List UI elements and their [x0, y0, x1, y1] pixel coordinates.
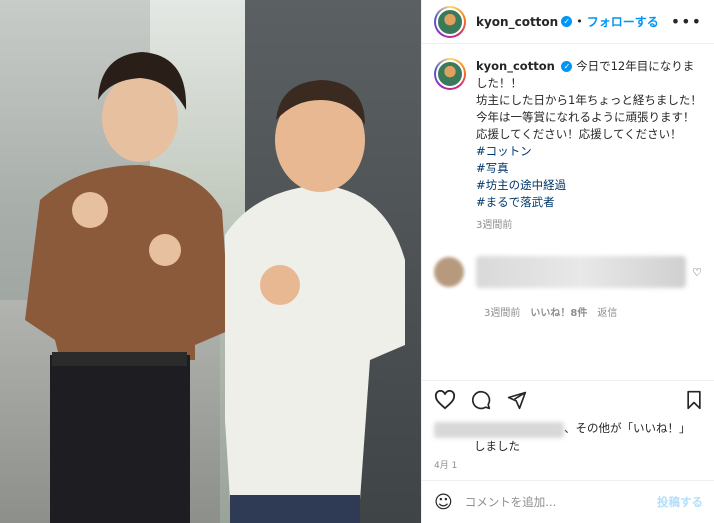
comment-like-icon[interactable]: ♡	[692, 266, 702, 279]
blurred-liker-names[interactable]	[434, 422, 564, 438]
likes-summary: 、その他が「いいね！」	[434, 420, 704, 438]
caption-line-3: 今年は一等賞になれるように頑張ります！	[476, 110, 695, 124]
blurred-comment-text	[476, 256, 686, 288]
comment-time: 3週間前	[484, 308, 521, 319]
post-header: kyon_cotton ✓ • フォローする •••	[422, 0, 714, 44]
verified-badge-icon: ✓	[561, 16, 573, 27]
comment-likes-count[interactable]: いいね！8件	[530, 304, 587, 319]
comment-row: ♡	[422, 252, 714, 292]
bookmark-icon[interactable]	[685, 390, 703, 410]
comment-bar: ☺ 投稿する	[422, 480, 714, 523]
caption-verified-badge-icon: ✓	[561, 61, 573, 72]
hashtag-link[interactable]: #まるで落武者	[476, 194, 702, 211]
hashtag-link[interactable]: #コットン	[476, 143, 702, 160]
post-panel: kyon_cotton ✓ • フォローする ••• kyon_cotton ✓…	[421, 0, 714, 523]
follow-button[interactable]: フォローする	[587, 13, 659, 30]
post-comment-button[interactable]: 投稿する	[657, 494, 703, 510]
author-username[interactable]: kyon_cotton	[476, 15, 558, 29]
more-options-icon[interactable]: •••	[671, 12, 702, 31]
comment-input[interactable]	[464, 495, 635, 509]
post-date: 4月 1	[434, 461, 458, 471]
photo-people	[25, 52, 405, 523]
caption-text: kyon_cotton ✓ 今日で12年目になりました！！ 坊主にした日から1年…	[476, 58, 702, 234]
likes-suffix[interactable]: 、その他が「いいね！」	[564, 420, 691, 437]
comment-meta: 3週間前 いいね！8件 返信	[484, 304, 714, 319]
author-avatar[interactable]	[434, 5, 466, 38]
hashtag-link[interactable]: #写真	[476, 160, 702, 177]
comment-icon[interactable]	[470, 390, 492, 410]
separator-dot: •	[576, 15, 583, 28]
caption-line-2: 坊主にした日から1年ちょっと経ちました！	[476, 93, 702, 107]
post-photo	[0, 0, 421, 523]
share-icon[interactable]	[506, 390, 528, 410]
heart-icon[interactable]	[434, 389, 456, 410]
caption-avatar[interactable]	[434, 58, 466, 90]
commenter-avatar[interactable]	[434, 257, 464, 287]
hashtag-link[interactable]: #坊主の途中経過	[476, 177, 702, 194]
caption-line-4: 応援してください！応援してください！	[476, 127, 682, 141]
caption-username[interactable]: kyon_cotton	[476, 59, 555, 73]
action-bar	[422, 380, 714, 418]
caption-time: 3週間前	[476, 220, 513, 231]
emoji-icon[interactable]: ☺	[434, 492, 453, 513]
reply-button[interactable]: 返信	[597, 304, 617, 319]
likes-suffix-2: しました	[474, 439, 520, 453]
caption-area: kyon_cotton ✓ 今日で12年目になりました！！ 坊主にした日から1年…	[422, 44, 714, 234]
